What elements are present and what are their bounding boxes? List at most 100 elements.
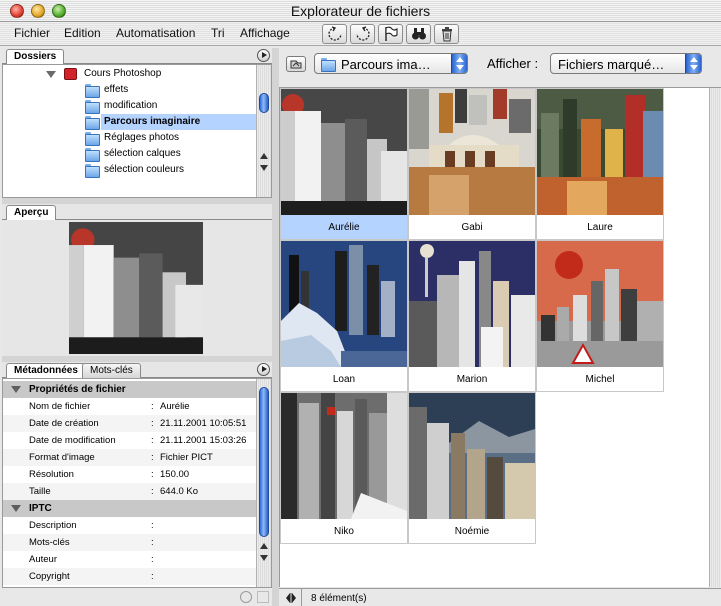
scroll-down-arrow[interactable] (260, 165, 268, 171)
folder-icon (85, 116, 100, 130)
metadata-section-file-properties[interactable]: Propriétés de fichier (3, 381, 256, 398)
folder-tree-scrollbar[interactable] (256, 65, 271, 197)
colon-separator: : (151, 418, 154, 429)
metadata-key: Mots-clés (29, 537, 70, 548)
thumbnail-laure[interactable]: Laure (536, 88, 664, 240)
scroll-up-arrow[interactable] (260, 543, 268, 549)
folder-item-selection-couleurs[interactable]: sélection couleurs (3, 162, 256, 178)
window-title: Explorateur de fichiers (290, 3, 431, 19)
folder-item-effets[interactable]: effets (3, 82, 256, 98)
folder-item-selection-calques[interactable]: sélection calques (3, 146, 256, 162)
folder-icon (85, 84, 100, 98)
tab-mots-cles[interactable]: Mots-clés (82, 363, 141, 378)
colon-separator: : (151, 401, 154, 412)
colon-separator: : (151, 520, 154, 531)
collapse-triangle-icon[interactable] (11, 505, 21, 512)
metadata-key: Résolution (29, 469, 74, 480)
metadata-panel-menu-button[interactable] (257, 363, 270, 376)
folder-icon (85, 164, 100, 178)
metadata-value: 150.00 (160, 469, 190, 480)
expand-triangle-icon[interactable] (46, 71, 56, 78)
metadata-scrollbar[interactable] (256, 379, 271, 587)
metadata-row[interactable]: Description : (3, 517, 256, 534)
folder-item-modification[interactable]: modification (3, 98, 256, 114)
section-title: IPTC (29, 503, 52, 514)
rotate-right-button[interactable] (350, 24, 375, 44)
preview-panel: Aperçu (2, 204, 272, 356)
rotate-left-button[interactable] (322, 24, 347, 44)
metadata-key: Format d'image (29, 452, 95, 463)
menu-fichier[interactable]: Fichier (14, 26, 50, 40)
colon-separator: : (151, 537, 154, 548)
scroll-thumb[interactable] (259, 93, 269, 113)
folder-item-parcours-imaginaire[interactable]: Parcours imaginaire (3, 114, 256, 130)
scroll-up-arrow[interactable] (260, 153, 268, 159)
folder-item-reglages-photos[interactable]: Réglages photos (3, 130, 256, 146)
popup-arrows-icon (685, 54, 701, 73)
metadata-key: Copyright (29, 571, 70, 582)
thumbnail-caption: Niko (333, 526, 354, 537)
folders-panel-menu-button[interactable] (257, 49, 270, 62)
scroll-thumb[interactable] (259, 387, 269, 537)
metadata-value: Aurélie (160, 401, 190, 412)
collapse-triangle-icon[interactable] (11, 386, 21, 393)
colon-separator: : (151, 469, 154, 480)
thumbnail-grid-scrollbar[interactable] (709, 88, 721, 587)
flag-button[interactable] (378, 24, 403, 44)
show-label: Afficher : (487, 56, 539, 71)
thumbnail-caption: Michel (585, 374, 615, 385)
folder-tree: Cours Photoshop effets modification Parc… (2, 64, 272, 198)
thumbnail-caption: Noémie (454, 526, 490, 537)
rotate-left-icon (327, 26, 342, 41)
thumbnail-niko[interactable]: Niko (280, 392, 408, 544)
thumbnail-noemie[interactable]: Noémie (408, 392, 536, 544)
folder-icon (85, 132, 100, 146)
thumbnail-caption: Gabi (461, 222, 483, 233)
metadata-section-iptc[interactable]: IPTC (3, 500, 256, 517)
thumbnail-image (281, 89, 407, 215)
tab-metadonnees[interactable]: Métadonnées (6, 363, 86, 379)
toggle-panels-button[interactable] (285, 593, 297, 606)
colon-separator: : (151, 452, 154, 463)
drive-icon (64, 68, 77, 80)
metadata-row: Date de création : 21.11.2001 10:05:51 (3, 415, 256, 432)
scroll-down-arrow[interactable] (260, 555, 268, 561)
tree-root[interactable]: Cours Photoshop (3, 66, 256, 82)
menu-affichage[interactable]: Affichage (240, 26, 290, 40)
tab-apercu[interactable]: Aperçu (6, 205, 57, 221)
vertical-splitter[interactable] (272, 48, 279, 606)
thumbnail-loan[interactable]: Loan (280, 240, 408, 392)
binoculars-icon (411, 28, 426, 40)
thumbnail-image (409, 89, 535, 215)
up-folder-icon (290, 60, 302, 69)
browser-toolbar: Parcours ima… Afficher : Fichiers marqué… (279, 48, 721, 88)
thumbnail-michel[interactable]: Michel (536, 240, 664, 392)
find-button[interactable] (406, 24, 431, 44)
no-entry-icon[interactable] (240, 591, 252, 603)
tab-dossiers[interactable]: Dossiers (6, 49, 65, 65)
thumbnail-aurelie[interactable]: Aurélie (280, 88, 408, 240)
location-popup[interactable]: Parcours ima… (314, 53, 468, 74)
checkmark-icon[interactable] (257, 591, 269, 603)
menu-automatisation[interactable]: Automatisation (116, 26, 195, 40)
title-bar: Explorateur de fichiers (0, 0, 721, 22)
show-filter-popup[interactable]: Fichiers marqué… (550, 53, 702, 74)
folder-icon (321, 58, 336, 72)
folder-label: sélection calques (104, 148, 181, 159)
thumbnail-gabi[interactable]: Gabi (408, 88, 536, 240)
metadata-row: Nom de fichier : Aurélie (3, 398, 256, 415)
metadata-row[interactable]: Mots-clés : (3, 534, 256, 551)
parent-folder-button[interactable] (286, 56, 306, 72)
thumbnail-marion[interactable]: Marion (408, 240, 536, 392)
metadata-row[interactable]: Copyright : (3, 568, 256, 585)
menu-tri[interactable]: Tri (211, 26, 225, 40)
folder-label: effets (104, 84, 129, 95)
colon-separator: : (151, 486, 154, 497)
metadata-value: 21.11.2001 15:03:26 (160, 435, 247, 446)
metadata-key: Auteur (29, 554, 57, 565)
metadata-row[interactable]: Auteur : (3, 551, 256, 568)
delete-button[interactable] (434, 24, 459, 44)
metadata-row: Date de modification : 21.11.2001 15:03:… (3, 432, 256, 449)
folder-label: Parcours imaginaire (104, 116, 201, 127)
menu-edition[interactable]: Edition (64, 26, 101, 40)
